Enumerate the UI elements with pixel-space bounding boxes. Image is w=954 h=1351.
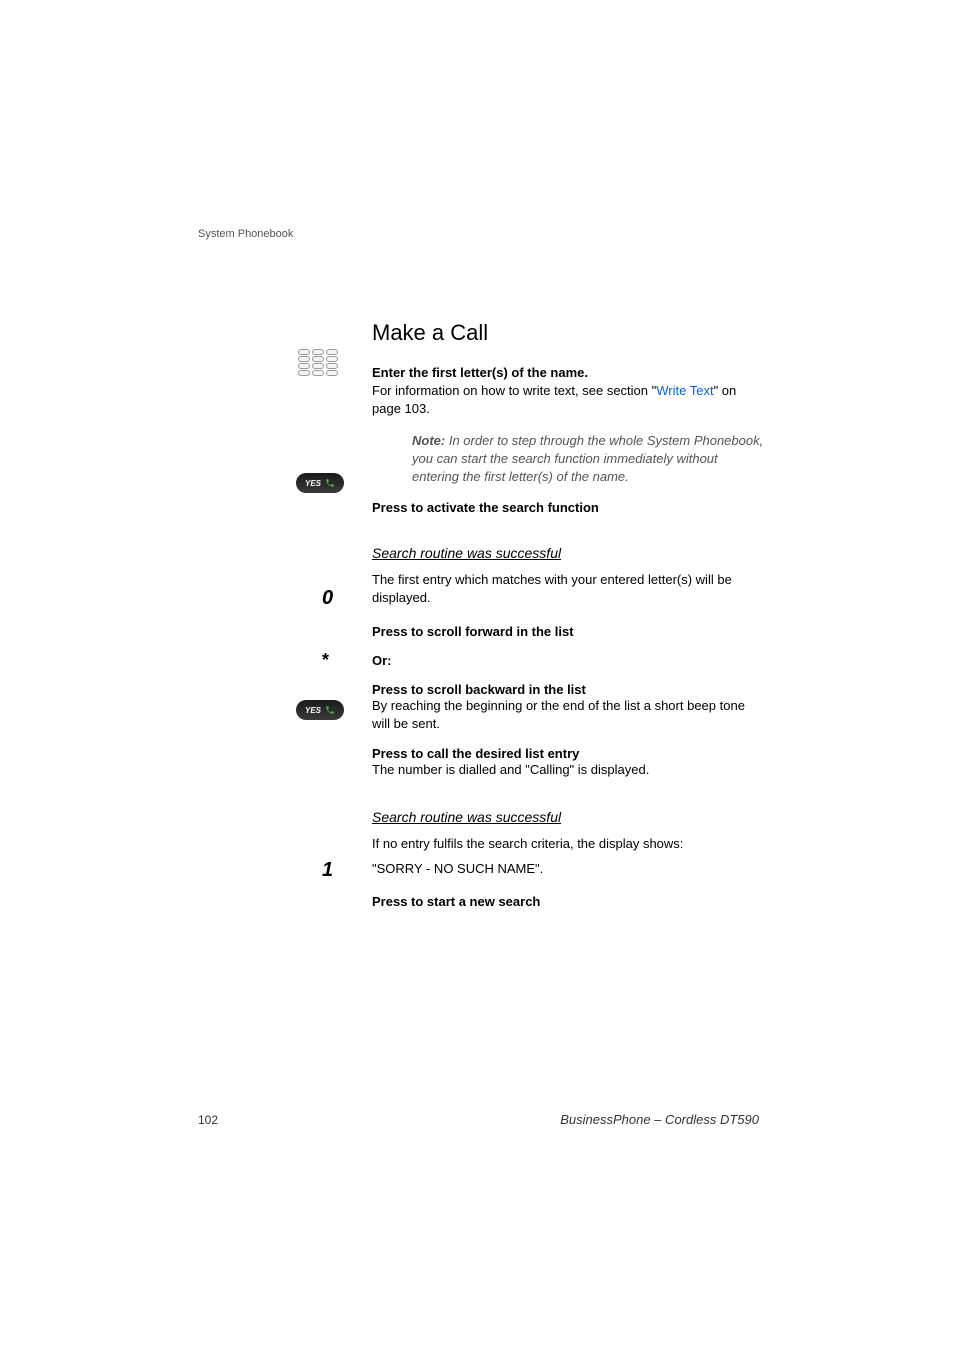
page-header: System Phonebook: [198, 228, 293, 240]
phone-handset-icon: [325, 478, 335, 488]
yes-label: YES: [305, 706, 321, 715]
step5: Press to call the desired list entry The…: [372, 746, 764, 779]
step1-text-pre: For information on how to write text, se…: [372, 383, 656, 398]
subsection-success-1: Search routine was successful: [372, 545, 764, 561]
yes-label: YES: [305, 479, 321, 488]
keypad-icon: [298, 349, 340, 377]
step2: Press to activate the search function: [372, 500, 764, 515]
step4: Press to scroll backward in the list By …: [372, 682, 764, 732]
or-text: Or:: [372, 653, 764, 668]
key-star-icon: *: [322, 650, 329, 671]
page-number: 102: [198, 1113, 218, 1127]
step4-bold: Press to scroll backward in the list: [372, 682, 764, 697]
step-1: Enter the first letter(s) of the name. F…: [372, 364, 764, 418]
step5-bold: Press to call the desired list entry: [372, 746, 764, 761]
note-text: In order to step through the whole Syste…: [412, 433, 763, 484]
yes-button-icon-2: YES: [296, 700, 344, 720]
sub1-text: The first entry which matches with your …: [372, 571, 764, 606]
step6: Press to start a new search: [372, 894, 764, 909]
step1-bold: Enter the first letter(s) of the name.: [372, 365, 588, 380]
step1-text: For information on how to write text, se…: [372, 383, 736, 416]
step3: Press to scroll forward in the list: [372, 624, 764, 639]
step4-text: By reaching the beginning or the end of …: [372, 697, 764, 732]
write-text-link[interactable]: Write Text: [656, 383, 713, 398]
key-zero-icon: 0: [322, 587, 333, 610]
note-block: Note: In order to step through the whole…: [372, 432, 764, 486]
key-one-icon: 1: [322, 859, 333, 882]
section-title: Make a Call: [372, 320, 764, 346]
yes-button-icon: YES: [296, 473, 344, 493]
sub2-text2: "SORRY - NO SUCH NAME".: [372, 860, 764, 878]
sub2-text1: If no entry fulfils the search criteria,…: [372, 835, 764, 853]
main-content: Make a Call Enter the first letter(s) of…: [372, 320, 764, 909]
step5-text: The number is dialled and "Calling" is d…: [372, 761, 764, 779]
device-model: BusinessPhone – Cordless DT590: [560, 1112, 759, 1127]
phone-handset-icon: [325, 705, 335, 715]
note-label: Note:: [412, 433, 449, 448]
subsection-success-2: Search routine was successful: [372, 809, 764, 825]
